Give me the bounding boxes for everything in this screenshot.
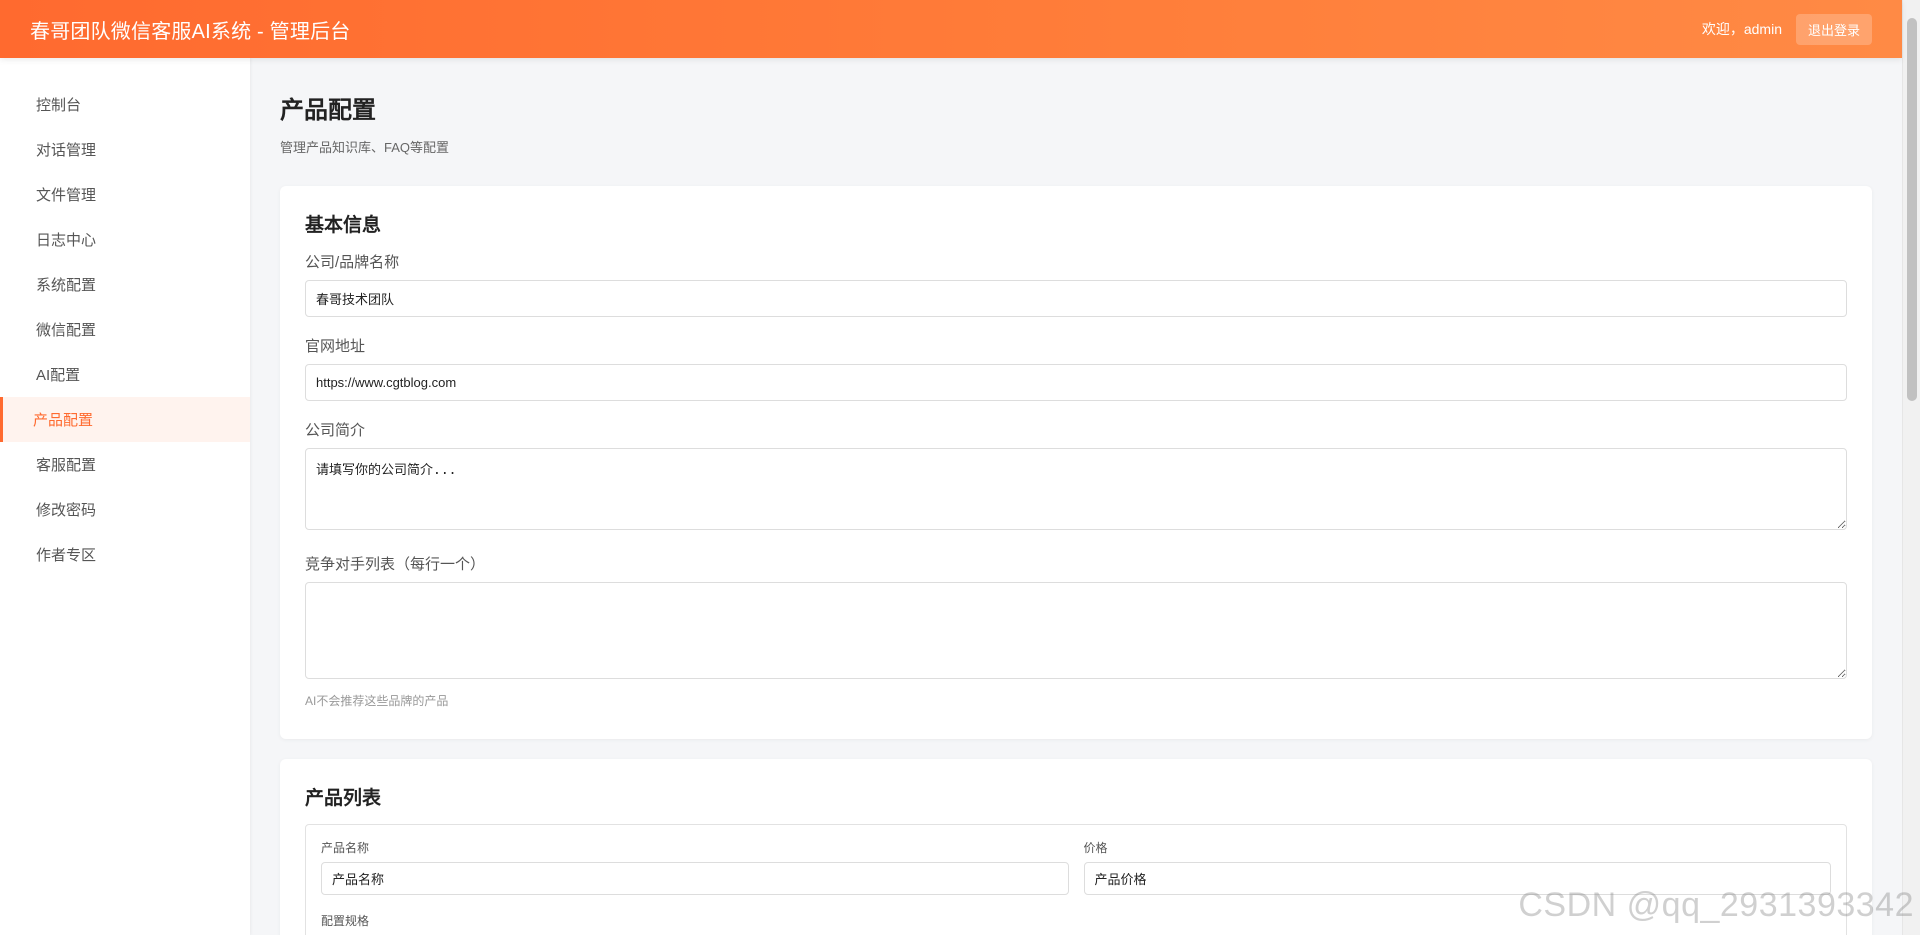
sidebar-item-conversations[interactable]: 对话管理 <box>0 127 250 172</box>
app-title: 春哥团队微信客服AI系统 - 管理后台 <box>30 20 351 43</box>
company-name-label: 公司/品牌名称 <box>305 254 400 271</box>
sidebar-item-ai-config[interactable]: AI配置 <box>0 352 250 397</box>
sidebar-item-service-config[interactable]: 客服配置 <box>0 442 250 487</box>
product-list-card: 产品列表 产品名称 价格 配置规格 <box>280 759 1872 935</box>
sidebar-item-author-zone[interactable]: 作者专区 <box>0 532 250 577</box>
company-name-group: 公司/品牌名称 <box>305 251 1847 317</box>
logout-button[interactable]: 退出登录 <box>1795 13 1872 45</box>
main-content: 产品配置 管理产品知识库、FAQ等配置 基本信息 公司/品牌名称 官网地址 公司… <box>250 58 1902 935</box>
scrollbar-thumb[interactable] <box>1907 18 1917 401</box>
product-name-field: 产品名称 <box>321 839 1069 895</box>
website-input[interactable] <box>305 364 1847 401</box>
product-name-input[interactable] <box>321 862 1069 895</box>
top-header: 春哥团队微信客服AI系统 - 管理后台 欢迎，admin 退出登录 <box>0 0 1902 58</box>
company-name-input[interactable] <box>305 280 1847 317</box>
product-price-field: 价格 <box>1083 839 1831 895</box>
product-price-label: 价格 <box>1083 841 1108 855</box>
product-name-label: 产品名称 <box>321 841 370 855</box>
sidebar-item-product-config[interactable]: 产品配置 <box>0 397 250 442</box>
competitors-textarea[interactable] <box>305 582 1847 679</box>
basic-info-title: 基本信息 <box>305 215 382 236</box>
product-list-title: 产品列表 <box>305 788 382 809</box>
header-user-area: 欢迎，admin 退出登录 <box>1701 13 1872 45</box>
product-item: 产品名称 价格 配置规格 <box>305 824 1847 935</box>
sidebar: 控制台 对话管理 文件管理 日志中心 系统配置 微信配置 AI配置 产品配置 客… <box>0 58 250 935</box>
sidebar-item-wechat-config[interactable]: 微信配置 <box>0 307 250 352</box>
company-intro-label: 公司简介 <box>305 422 366 439</box>
sidebar-item-change-password[interactable]: 修改密码 <box>0 487 250 532</box>
sidebar-item-files[interactable]: 文件管理 <box>0 172 250 217</box>
website-group: 官网地址 <box>305 335 1847 401</box>
basic-info-card: 基本信息 公司/品牌名称 官网地址 公司简介 请填写你的公司简介... 竞争对手… <box>280 186 1872 739</box>
page-subtitle: 管理产品知识库、FAQ等配置 <box>280 140 450 155</box>
sidebar-item-system-config[interactable]: 系统配置 <box>0 262 250 307</box>
company-intro-group: 公司简介 请填写你的公司简介... <box>305 419 1847 535</box>
page-title: 产品配置 <box>280 97 376 124</box>
competitors-group: 竞争对手列表（每行一个） AI不会推荐这些品牌的产品 <box>305 553 1847 709</box>
page-scrollbar[interactable] <box>1902 0 1920 935</box>
competitors-label: 竞争对手列表（每行一个） <box>305 556 486 573</box>
company-intro-textarea[interactable]: 请填写你的公司简介... <box>305 448 1847 530</box>
website-label: 官网地址 <box>305 338 366 355</box>
competitors-hint: AI不会推荐这些品牌的产品 <box>305 694 449 708</box>
product-spec-label: 配置规格 <box>321 914 370 928</box>
sidebar-item-dashboard[interactable]: 控制台 <box>0 82 250 127</box>
product-price-input[interactable] <box>1083 862 1831 895</box>
sidebar-item-logs[interactable]: 日志中心 <box>0 217 250 262</box>
welcome-text: 欢迎，admin <box>1701 21 1782 37</box>
